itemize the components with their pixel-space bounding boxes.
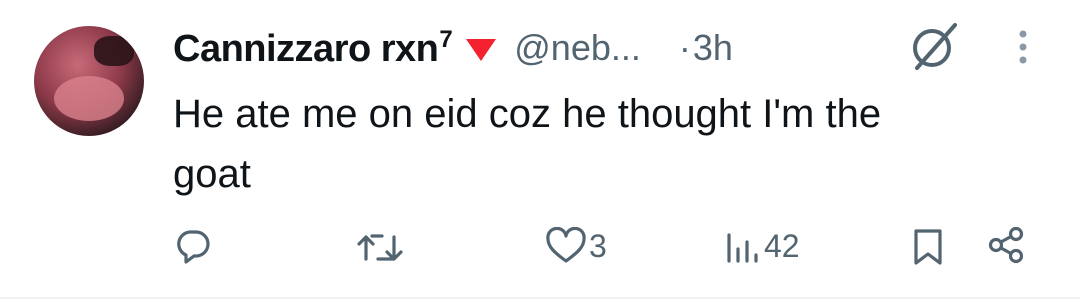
action-bar: 3 42 <box>0 215 1080 275</box>
reply-button[interactable] <box>174 227 212 265</box>
bookmark-icon <box>914 229 942 265</box>
red-triangle-icon <box>466 39 497 61</box>
views-button[interactable]: 42 <box>724 227 800 265</box>
views-count: 42 <box>764 227 800 264</box>
like-count: 3 <box>589 227 607 264</box>
retweet-icon <box>357 234 403 261</box>
share-icon <box>988 226 1024 264</box>
share-button[interactable] <box>986 225 1026 265</box>
more-vertical-icon[interactable] <box>1010 26 1036 70</box>
reply-icon <box>177 230 210 264</box>
tweet-text-line: goat <box>173 152 251 196</box>
separator-dot: · <box>678 27 691 68</box>
retweet-button[interactable] <box>356 229 404 265</box>
views-bar-icon <box>727 233 758 263</box>
author-name[interactable]: Cannizzaro rxn7 <box>173 26 453 71</box>
bookmark-button[interactable] <box>912 227 944 267</box>
avatar[interactable] <box>34 26 144 136</box>
grok-slash-circle-icon[interactable] <box>905 20 965 72</box>
tweet-card[interactable]: Cannizzaro rxn7 @neb... · 3h He ate me o… <box>0 0 1080 299</box>
heart-icon <box>546 227 586 263</box>
tweet-text-line: He ate me on eid coz he thought I'm the <box>173 92 882 136</box>
tweet-time[interactable]: 3h <box>693 27 733 69</box>
tweet-header: Cannizzaro rxn7 @neb... · 3h <box>173 20 733 76</box>
tweet-text: He ate me on eid coz he thought I'm the … <box>173 84 1053 204</box>
author-handle[interactable]: @neb... <box>514 27 641 69</box>
like-button[interactable]: 3 <box>545 227 607 265</box>
